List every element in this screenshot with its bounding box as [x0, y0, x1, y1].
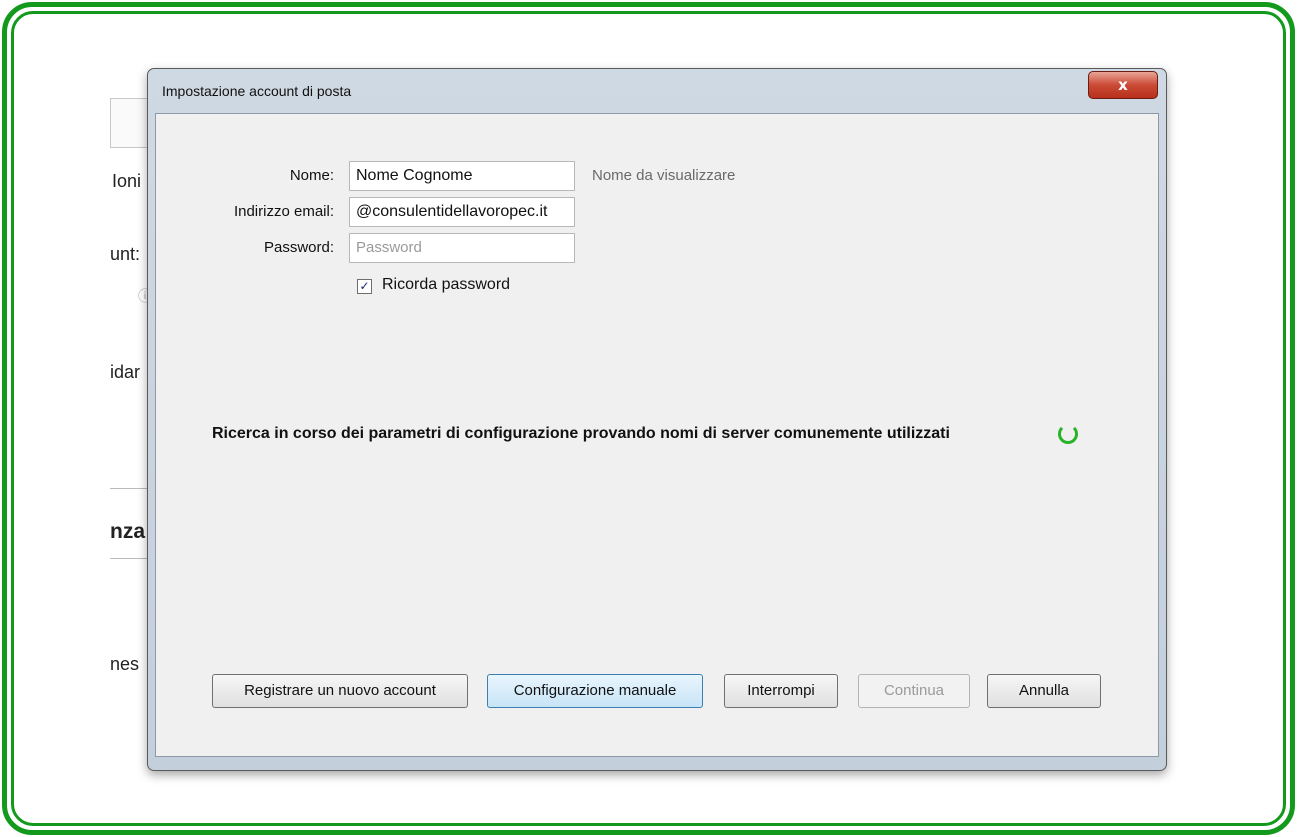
checkmark-icon: ✓: [359, 279, 370, 293]
continue-button[interactable]: Continua: [858, 674, 970, 708]
dialog-title: Impostazione account di posta: [162, 83, 352, 99]
background-text-1: Ioni: [112, 171, 142, 191]
name-input[interactable]: Nome Cognome: [349, 161, 575, 191]
manual-configuration-button[interactable]: Configurazione manuale: [487, 674, 703, 708]
password-label: Password:: [263, 239, 334, 256]
email-label: Indirizzo email:: [233, 203, 334, 220]
background-text-3: idar: [110, 362, 141, 382]
status-message: Ricerca in corso dei parametri di config…: [212, 425, 950, 442]
background-text-4: nza: [110, 520, 146, 543]
close-icon: x: [1118, 76, 1128, 94]
background-text-5: nes: [110, 654, 140, 674]
password-input[interactable]: Password: [349, 233, 575, 263]
name-hint: Nome da visualizzare: [592, 167, 736, 184]
cancel-button[interactable]: Annulla: [987, 674, 1101, 708]
loading-spinner-icon: [1058, 424, 1078, 444]
background-text-2: unt:: [110, 244, 141, 264]
close-button[interactable]: x: [1088, 71, 1158, 99]
stop-button[interactable]: Interrompi: [724, 674, 838, 708]
remember-password-checkbox[interactable]: ✓: [357, 279, 372, 294]
account-setup-dialog: Impostazione account di posta x Nome: No…: [147, 68, 1167, 771]
register-new-account-button[interactable]: Registrare un nuovo account: [212, 674, 468, 708]
email-input[interactable]: @consulentidellavoropec.it: [349, 197, 575, 227]
dialog-client-area: Nome: Nome Cognome Nome da visualizzare …: [155, 113, 1159, 757]
remember-password-label: Ricorda password: [382, 276, 511, 293]
name-label: Nome:: [289, 167, 334, 184]
